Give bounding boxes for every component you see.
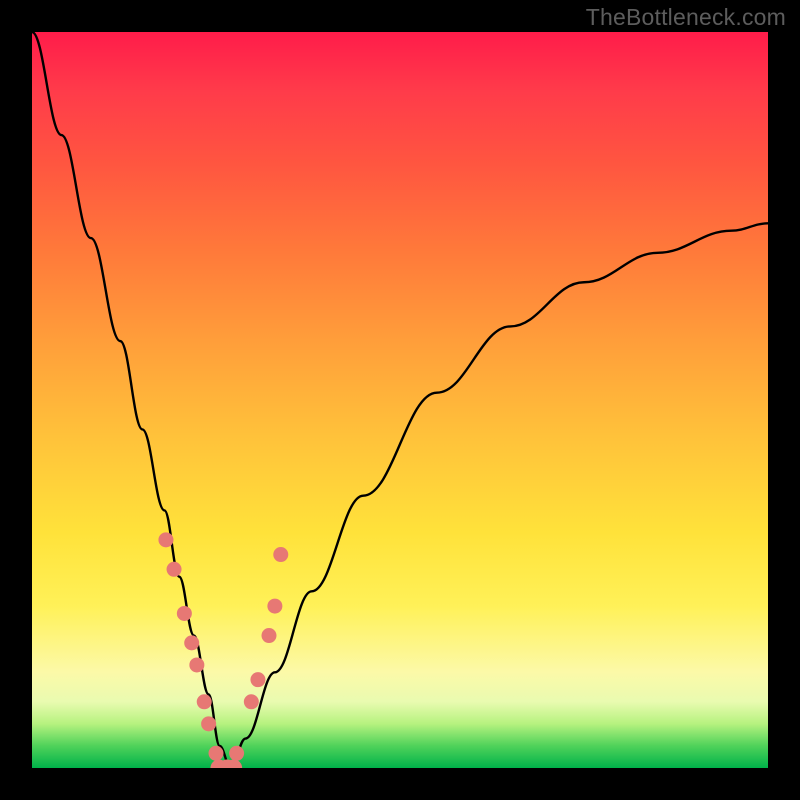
data-point-dot [189, 657, 204, 672]
watermark-text: TheBottleneck.com [586, 4, 786, 31]
data-point-dot [177, 606, 192, 621]
chart-overlay-svg [32, 32, 768, 768]
highlighted-dots-group [158, 532, 288, 768]
data-point-dot [273, 547, 288, 562]
data-point-dot [267, 599, 282, 614]
data-point-dot [244, 694, 259, 709]
bottleneck-curve [32, 32, 768, 768]
data-point-dot [201, 716, 216, 731]
data-point-dot [167, 562, 182, 577]
data-point-dot [209, 746, 224, 761]
data-point-dot [184, 635, 199, 650]
chart-frame: TheBottleneck.com [0, 0, 800, 800]
data-point-dot [250, 672, 265, 687]
chart-plot-area [32, 32, 768, 768]
data-point-dot [197, 694, 212, 709]
data-point-dot [261, 628, 276, 643]
data-point-dot [229, 746, 244, 761]
data-point-dot [158, 532, 173, 547]
